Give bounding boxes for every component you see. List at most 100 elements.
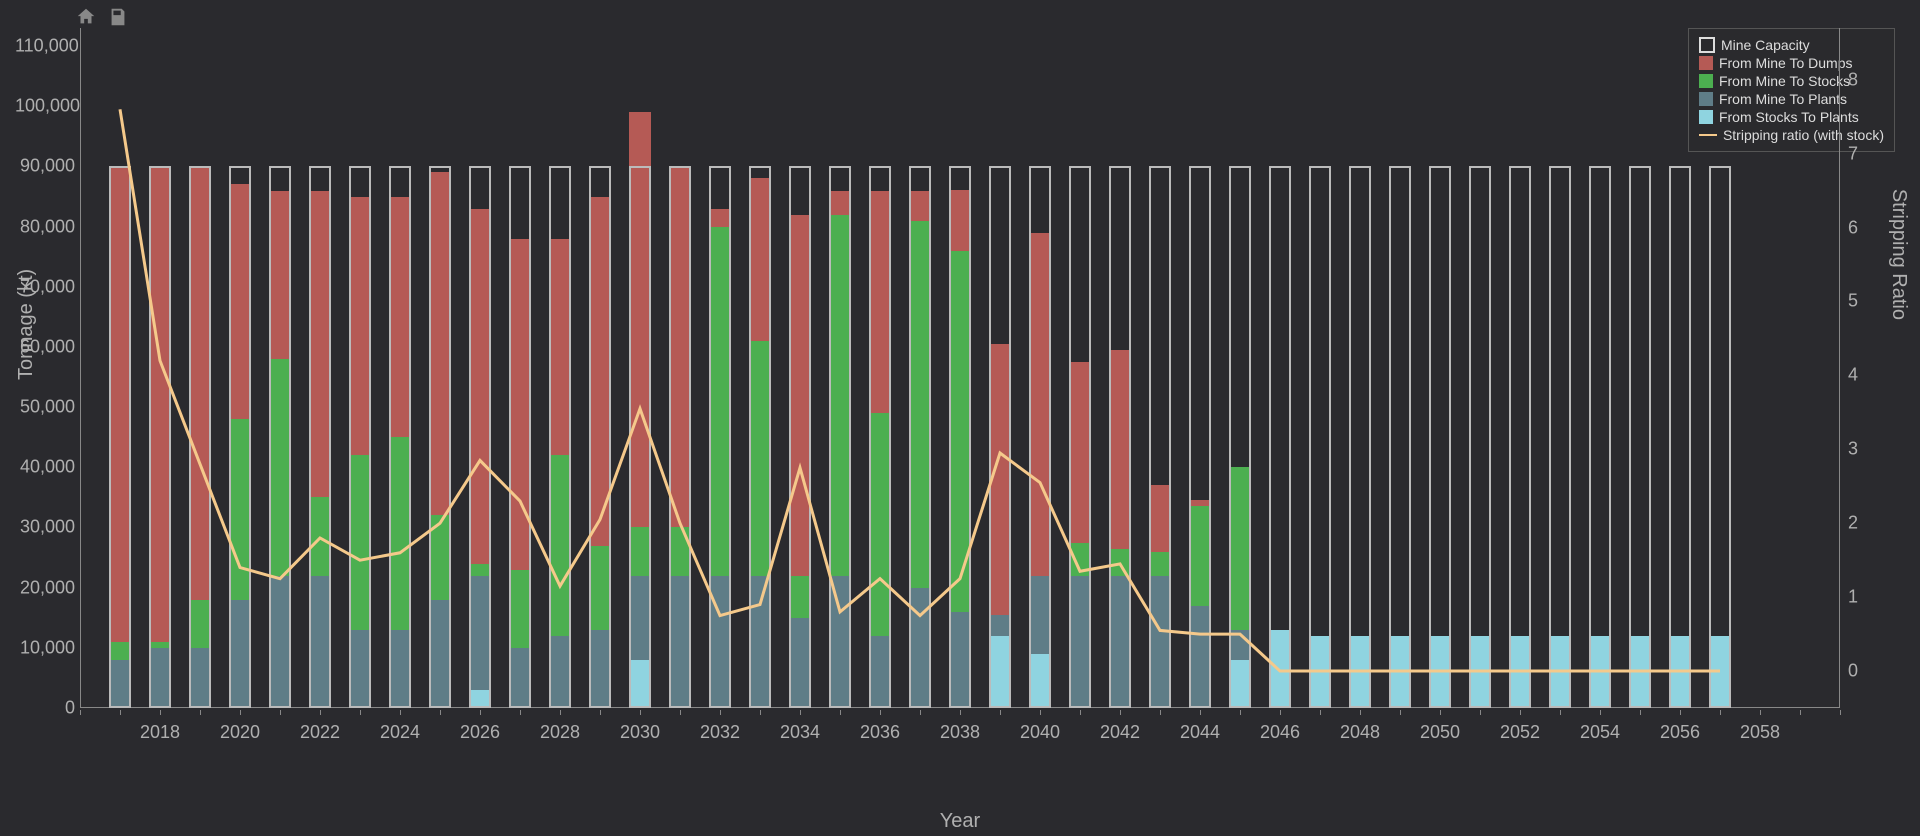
y-left-tick-label: 10,000 [15, 637, 75, 658]
y-left-tick-label: 80,000 [15, 216, 75, 237]
x-tick-label: 2054 [1580, 722, 1620, 743]
y-right-tick-label: 7 [1848, 143, 1888, 164]
bar-group[interactable] [509, 28, 531, 708]
bar-group[interactable] [389, 28, 411, 708]
bar-group[interactable] [629, 28, 651, 708]
y-left-tick-label: 50,000 [15, 397, 75, 418]
bar-group[interactable] [189, 28, 211, 708]
bar-group[interactable] [1549, 28, 1571, 708]
save-icon[interactable] [107, 6, 129, 28]
bar-group[interactable] [1589, 28, 1611, 708]
x-tick-label: 2026 [460, 722, 500, 743]
bar-group[interactable] [229, 28, 251, 708]
bar-capacity-outline [749, 166, 771, 708]
bar-capacity-outline [1029, 166, 1051, 708]
y-right-tick-label: 3 [1848, 439, 1888, 460]
x-tick-label: 2034 [780, 722, 820, 743]
bar-capacity-outline [1429, 166, 1451, 708]
bar-group[interactable] [989, 28, 1011, 708]
bar-capacity-outline [229, 166, 251, 708]
x-tick-label: 2018 [140, 722, 180, 743]
bar-group[interactable] [1669, 28, 1691, 708]
bar-group[interactable] [1269, 28, 1291, 708]
bar-group[interactable] [869, 28, 891, 708]
bar-group[interactable] [1469, 28, 1491, 708]
bar-group[interactable] [349, 28, 371, 708]
bar-capacity-outline [189, 166, 211, 708]
y-right-tick-label: 2 [1848, 513, 1888, 534]
bar-group[interactable] [1029, 28, 1051, 708]
bar-group[interactable] [789, 28, 811, 708]
bar-capacity-outline [1709, 166, 1731, 708]
x-tick-label: 2030 [620, 722, 660, 743]
bar-group[interactable] [1069, 28, 1091, 708]
x-tick-label: 2044 [1180, 722, 1220, 743]
y-left-tick-label: 60,000 [15, 336, 75, 357]
bar-group[interactable] [1149, 28, 1171, 708]
bar-group[interactable] [429, 28, 451, 708]
bar-capacity-outline [1469, 166, 1491, 708]
bar-capacity-outline [109, 166, 131, 708]
y-right-tick-label: 8 [1848, 69, 1888, 90]
y-right-tick-label: 4 [1848, 365, 1888, 386]
bar-group[interactable] [309, 28, 331, 708]
y-right-tick-label: 1 [1848, 587, 1888, 608]
bar-capacity-outline [1149, 166, 1171, 708]
x-tick-label: 2028 [540, 722, 580, 743]
bar-capacity-outline [989, 166, 1011, 708]
y-right-tick-label: 6 [1848, 217, 1888, 238]
bar-group[interactable] [589, 28, 611, 708]
bar-group[interactable] [1509, 28, 1531, 708]
bar-group[interactable] [1109, 28, 1131, 708]
bar-capacity-outline [1069, 166, 1091, 708]
y-left-tick-label: 30,000 [15, 517, 75, 538]
y-left-tick-label: 40,000 [15, 457, 75, 478]
bar-group[interactable] [109, 28, 131, 708]
bar-capacity-outline [509, 166, 531, 708]
bar-capacity-outline [349, 166, 371, 708]
x-tick-label: 2038 [940, 722, 980, 743]
bar-group[interactable] [1229, 28, 1251, 708]
bar-group[interactable] [549, 28, 571, 708]
y-left-tick-label: 20,000 [15, 577, 75, 598]
bar-capacity-outline [309, 166, 331, 708]
bar-capacity-outline [629, 166, 651, 708]
x-tick-label: 2046 [1260, 722, 1300, 743]
bar-group[interactable] [1389, 28, 1411, 708]
bar-capacity-outline [949, 166, 971, 708]
y-right-tick-label: 0 [1848, 661, 1888, 682]
bar-capacity-outline [1269, 166, 1291, 708]
bar-group[interactable] [709, 28, 731, 708]
x-tick-label: 2042 [1100, 722, 1140, 743]
bar-group[interactable] [949, 28, 971, 708]
bar-group[interactable] [149, 28, 171, 708]
x-tick-label: 2020 [220, 722, 260, 743]
home-icon[interactable] [75, 6, 97, 28]
x-ticks: 1620182020202220242026202820302032203420… [80, 710, 1840, 750]
bar-group[interactable] [269, 28, 291, 708]
bar-group[interactable] [829, 28, 851, 708]
x-tick-label: 2050 [1420, 722, 1460, 743]
bar-capacity-outline [1349, 166, 1371, 708]
bar-capacity-outline [1669, 166, 1691, 708]
bar-group[interactable] [1349, 28, 1371, 708]
bar-capacity-outline [709, 166, 731, 708]
bar-capacity-outline [1389, 166, 1411, 708]
y-left-tick-label: 70,000 [15, 276, 75, 297]
bar-group[interactable] [1309, 28, 1331, 708]
bar-group[interactable] [1429, 28, 1451, 708]
bar-capacity-outline [269, 166, 291, 708]
bar-group[interactable] [1189, 28, 1211, 708]
bar-group[interactable] [1709, 28, 1731, 708]
bar-capacity-outline [1549, 166, 1571, 708]
y-left-tick-label: 0 [15, 698, 75, 719]
bar-group[interactable] [1629, 28, 1651, 708]
bar-capacity-outline [1509, 166, 1531, 708]
bar-group[interactable] [749, 28, 771, 708]
bar-group[interactable] [469, 28, 491, 708]
bar-group[interactable] [669, 28, 691, 708]
x-tick-label: 2022 [300, 722, 340, 743]
plot-area[interactable] [80, 28, 1840, 708]
bar-group[interactable] [909, 28, 931, 708]
bar-capacity-outline [909, 166, 931, 708]
